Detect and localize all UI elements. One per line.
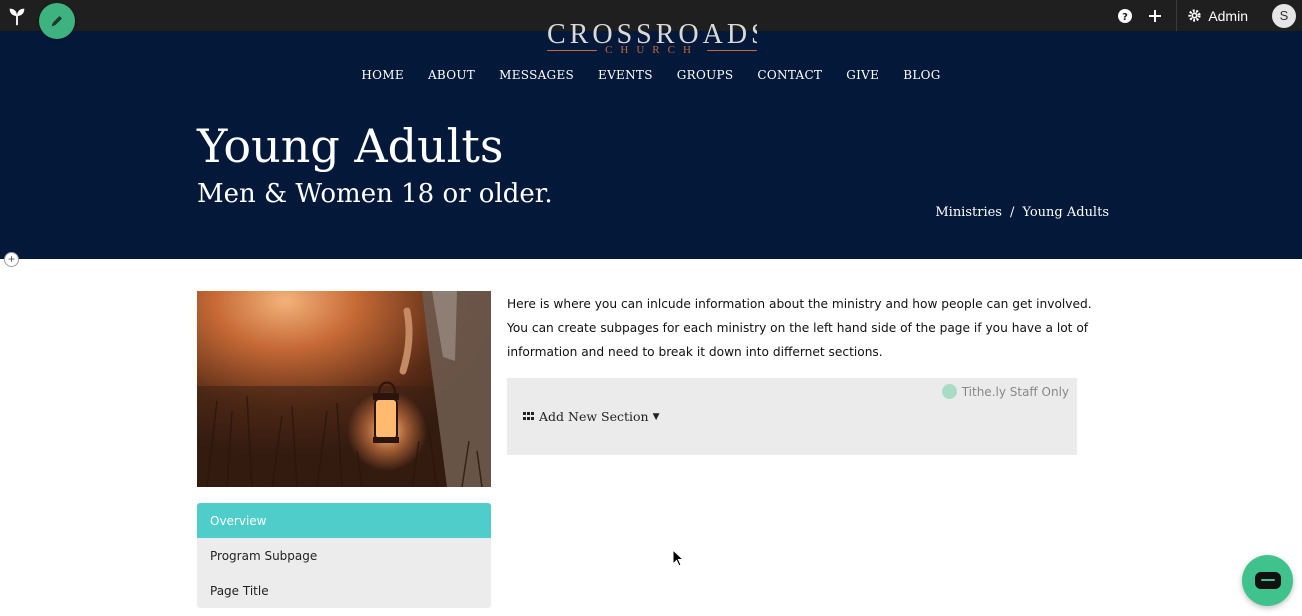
- admin-settings-button[interactable]: Admin: [1187, 8, 1248, 24]
- mouse-cursor-icon: [672, 549, 684, 567]
- breadcrumb-separator: /: [1009, 205, 1015, 220]
- ministry-subnav: Overview Program Subpage Page Title: [197, 503, 491, 608]
- add-new-section-button[interactable]: Add New Section ▼: [523, 409, 660, 424]
- staff-only-badge: Tithe.ly Staff Only: [941, 384, 1069, 399]
- page-subtitle: Men & Women 18 or older.: [197, 179, 553, 209]
- page-header: CROSSROADS CHURCH HOME ABOUT MESSAGES EV…: [0, 19, 1302, 259]
- subnav-item-page-title[interactable]: Page Title: [197, 573, 491, 608]
- add-row-icon[interactable]: +: [4, 252, 19, 267]
- ministry-photo: [197, 291, 491, 487]
- subnav-item-overview[interactable]: Overview: [197, 503, 491, 538]
- breadcrumb: Ministries / Young Adults: [935, 205, 1109, 220]
- chat-bubble-icon: [1254, 572, 1281, 589]
- toolbar-divider: [1176, 0, 1178, 31]
- nav-messages[interactable]: MESSAGES: [487, 68, 586, 82]
- gear-icon: [1188, 9, 1201, 22]
- chat-button[interactable]: [1242, 555, 1293, 606]
- church-logo-wordmark[interactable]: CROSSROADS: [547, 19, 757, 45]
- grid-icon: [523, 411, 535, 422]
- svg-text:?: ?: [1122, 12, 1128, 23]
- plus-icon[interactable]: [1140, 0, 1170, 31]
- breadcrumb-ministries[interactable]: Ministries: [935, 205, 1002, 220]
- nav-contact[interactable]: CONTACT: [745, 68, 834, 82]
- admin-label: Admin: [1208, 7, 1248, 24]
- nav-blog[interactable]: BLOG: [891, 68, 952, 82]
- staff-icon: [941, 384, 957, 399]
- pencil-icon: [51, 16, 62, 27]
- admin-toolbar-right: ? Admin S: [1110, 0, 1302, 31]
- breadcrumb-current: Young Adults: [1022, 205, 1109, 220]
- staff-only-label: Tithe.ly Staff Only: [961, 384, 1069, 399]
- section-editor: Tithe.ly Staff Only Add New Section ▼: [507, 378, 1077, 455]
- subnav-item-program-subpage[interactable]: Program Subpage: [197, 538, 491, 573]
- main-nav: HOME ABOUT MESSAGES EVENTS GROUPS CONTAC…: [0, 68, 1302, 82]
- sprout-icon[interactable]: [6, 5, 28, 27]
- church-logo-subtitle: CHURCH: [547, 43, 757, 57]
- caret-down-icon: ▼: [652, 411, 660, 422]
- page-title: Young Adults: [197, 119, 504, 173]
- nav-groups[interactable]: GROUPS: [665, 68, 746, 82]
- user-avatar[interactable]: S: [1272, 3, 1296, 28]
- nav-give[interactable]: GIVE: [834, 68, 891, 82]
- help-icon[interactable]: ?: [1110, 0, 1140, 31]
- nav-events[interactable]: EVENTS: [586, 68, 665, 82]
- add-section-label: Add New Section: [539, 409, 649, 424]
- edit-page-button[interactable]: [39, 3, 75, 39]
- ministry-description: Here is where you can inlcude informatio…: [507, 297, 1092, 359]
- nav-about[interactable]: ABOUT: [416, 68, 487, 82]
- lantern-field-image: [197, 291, 491, 487]
- nav-home[interactable]: HOME: [349, 68, 416, 82]
